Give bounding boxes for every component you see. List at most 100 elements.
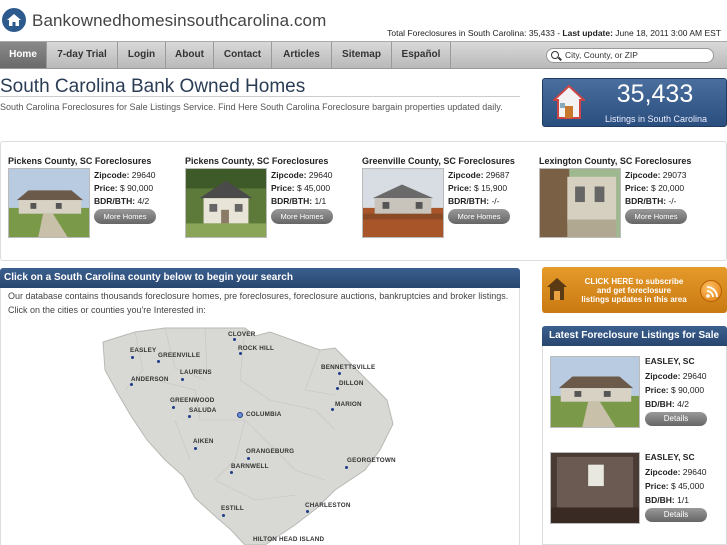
listing-county-link[interactable]: Pickens County, SC Foreclosures: [185, 156, 328, 166]
listing-card: Pickens County, SC Foreclosures Zipcode:…: [8, 156, 183, 246]
logo-house-icon[interactable]: [2, 8, 26, 32]
zip-value: 29640: [306, 170, 333, 180]
city-saluda[interactable]: SALUDA: [189, 407, 216, 414]
nav-about[interactable]: About: [166, 42, 214, 68]
city-dot: [222, 514, 225, 517]
city-dot: [172, 406, 175, 409]
city-hilton-head-island[interactable]: HILTON HEAD ISLAND: [253, 536, 324, 543]
more-homes-button[interactable]: More Homes: [448, 209, 510, 224]
zip-label: Zipcode:: [625, 170, 661, 180]
search-input[interactable]: City, County, or ZIP: [546, 48, 714, 63]
city-laurens[interactable]: LAURENS: [180, 369, 212, 376]
bdr-label: BDR/BTH:: [271, 196, 313, 206]
county-section-title: Click on a South Carolina county below t…: [4, 272, 293, 283]
city-dot: [345, 466, 348, 469]
listing-bdr: BDR/BTH: -/-: [625, 196, 676, 206]
listing-zip: Zipcode: 29640: [271, 170, 332, 180]
latest-listing-card: EASLEY, SC Zipcode: 29640 Price: $ 90,00…: [550, 356, 725, 436]
total-foreclosures-stat: Total Foreclosures in South Carolina: 35…: [387, 28, 721, 38]
bd-label: BD/BH:: [645, 399, 675, 409]
listing-photo[interactable]: [539, 168, 621, 238]
page-description: South Carolina Foreclosures for Sale Lis…: [0, 102, 503, 112]
listing-photo[interactable]: [362, 168, 444, 238]
city-georgetown[interactable]: GEORGETOWN: [347, 457, 396, 464]
nav-contact[interactable]: Contact: [214, 42, 272, 68]
listing-county-link[interactable]: Greenville County, SC Foreclosures: [362, 156, 515, 166]
listing-bdr: BDR/BTH: 4/2: [94, 196, 149, 206]
zip-label: Zipcode:: [448, 170, 484, 180]
nav-login[interactable]: Login: [118, 42, 166, 68]
listings-count: 35,433: [616, 80, 694, 108]
city-marion[interactable]: MARION: [335, 401, 362, 408]
city-barnwell[interactable]: BARNWELL: [231, 463, 269, 470]
zip-value: 29073: [660, 170, 687, 180]
listing-photo[interactable]: [8, 168, 90, 238]
city-dot: [336, 387, 339, 390]
update-label: Last update:: [562, 28, 613, 38]
nav-7-day-trial[interactable]: 7-day Trial: [47, 42, 118, 68]
zip-value: 29640: [129, 170, 156, 180]
city-greenville[interactable]: GREENVILLE: [158, 352, 200, 359]
city-dillon[interactable]: DILLON: [339, 380, 364, 387]
nav-espanol[interactable]: Español: [392, 42, 451, 68]
city-greenwood[interactable]: GREENWOOD: [170, 397, 214, 404]
bdr-value: -/-: [489, 196, 500, 206]
rss-icon[interactable]: [700, 280, 722, 302]
listing-photo[interactable]: [185, 168, 267, 238]
nav-sitemap[interactable]: Sitemap: [332, 42, 392, 68]
price-label: Price:: [448, 183, 472, 193]
listing-card: Greenville County, SC Foreclosures Zipco…: [362, 156, 537, 246]
bdr-value: 1/1: [312, 196, 327, 206]
city-bennettsville[interactable]: BENNETTSVILLE: [321, 364, 375, 371]
nav-home[interactable]: Home: [0, 42, 47, 68]
details-button[interactable]: Details: [645, 508, 707, 522]
house-icon: [547, 278, 567, 300]
zip-label: Zipcode:: [94, 170, 130, 180]
zip-value: 29687: [483, 170, 510, 180]
listing-county-link[interactable]: Pickens County, SC Foreclosures: [8, 156, 151, 166]
zip-label: Zipcode:: [271, 170, 307, 180]
price-label: Price:: [645, 385, 669, 395]
listing-zip: Zipcode: 29640: [94, 170, 155, 180]
house-icon: [553, 84, 585, 119]
city-orangeburg[interactable]: ORANGEBURG: [246, 448, 294, 455]
listings-count-label: Listings in South Carolina: [604, 114, 708, 124]
city-clover[interactable]: CLOVER: [228, 331, 255, 338]
latest-listings-title: Latest Foreclosure Listings for Sale: [549, 330, 720, 341]
latest-price: Price: $ 45,000: [645, 481, 704, 491]
listing-photo[interactable]: [550, 452, 640, 524]
price-value: $ 90,000: [668, 385, 705, 395]
bdr-label: BDR/BTH:: [625, 196, 667, 206]
city-easley[interactable]: EASLEY: [130, 347, 156, 354]
listing-photo[interactable]: [550, 356, 640, 428]
more-homes-button[interactable]: More Homes: [271, 209, 333, 224]
latest-bdbh: BD/BH: 1/1: [645, 495, 689, 505]
details-button[interactable]: Details: [645, 412, 707, 426]
price-label: Price:: [94, 183, 118, 193]
more-homes-button[interactable]: More Homes: [625, 209, 687, 224]
listing-card: Lexington County, SC Foreclosures Zipcod…: [539, 156, 714, 246]
listing-bdr: BDR/BTH: -/-: [448, 196, 499, 206]
listing-price: Price: $ 15,900: [448, 183, 507, 193]
listing-county-link[interactable]: Lexington County, SC Foreclosures: [539, 156, 691, 166]
city-charleston[interactable]: CHARLESTON: [305, 502, 351, 509]
city-dot: [131, 356, 134, 359]
price-value: $ 45,000: [294, 183, 331, 193]
latest-bdbh: BD/BH: 4/2: [645, 399, 689, 409]
latest-price: Price: $ 90,000: [645, 385, 704, 395]
listing-zip: Zipcode: 29687: [448, 170, 509, 180]
site-name[interactable]: Bankownedhomesinsouthcarolina.com: [32, 11, 326, 31]
city-estill[interactable]: ESTILL: [221, 505, 244, 512]
city-rock-hill[interactable]: ROCK HILL: [238, 345, 274, 352]
city-dot: [157, 360, 160, 363]
city-dot: [194, 447, 197, 450]
nav-articles[interactable]: Articles: [272, 42, 332, 68]
price-value: $ 20,000: [648, 183, 685, 193]
city-aiken[interactable]: AIKEN: [193, 438, 214, 445]
city-columbia[interactable]: COLUMBIA: [246, 411, 282, 418]
city-dot: [188, 415, 191, 418]
city-anderson[interactable]: ANDERSON: [131, 376, 169, 383]
price-label: Price:: [625, 183, 649, 193]
subscribe-line-1: CLICK HERE to subscribe: [584, 277, 684, 286]
more-homes-button[interactable]: More Homes: [94, 209, 156, 224]
